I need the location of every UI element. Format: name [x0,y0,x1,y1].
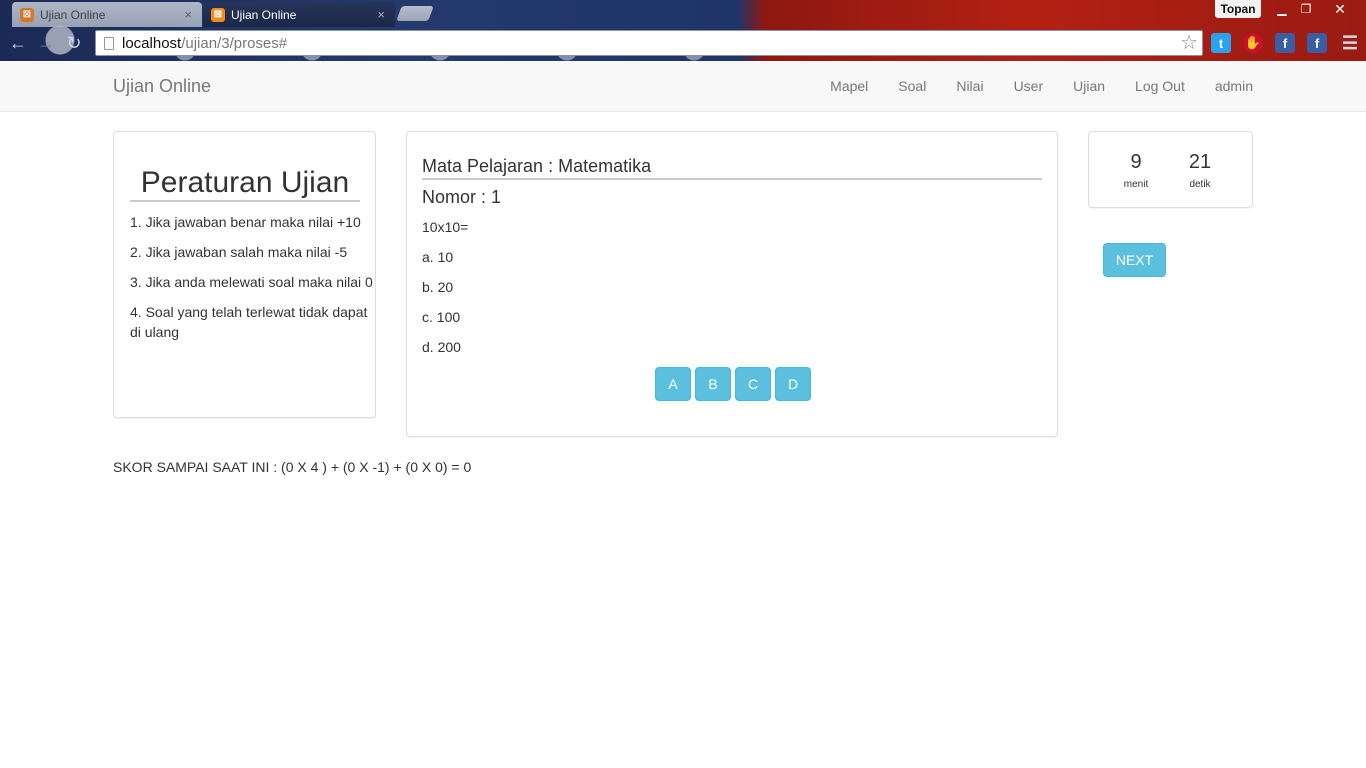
reload-icon[interactable]: ↻ [62,31,86,55]
forward-arrow-icon[interactable]: → [34,31,58,55]
timer-panel: 9 menit 21 detik [1088,131,1253,208]
brand-link[interactable]: Ujian Online [113,76,211,97]
answer-buttons: A B C D [655,367,815,401]
rule-item: 4. Soal yang telah terlewat tidak dapat … [130,304,368,340]
question-text: 10x10= [422,219,469,235]
minimize-icon[interactable]: ▁ [1270,0,1294,18]
option-c: c. 100 [422,309,461,325]
browser-chrome: ⊠ Ujian Online × ⊠ Ujian Online × Topan … [0,0,1366,61]
nav-link-ujian[interactable]: Ujian [1073,78,1105,94]
nav-link-logout[interactable]: Log Out [1135,78,1185,94]
seconds-label: detik [1189,179,1211,190]
back-arrow-icon[interactable]: ← [6,31,30,55]
nav-link-soal[interactable]: Soal [898,78,926,94]
rules-panel: Peraturan Ujian 1. Jika jawaban benar ma… [113,131,376,418]
browser-tab-1[interactable]: ⊠ Ujian Online × [12,2,202,27]
nav-link-nilai[interactable]: Nilai [956,78,983,94]
address-bar[interactable]: localhost /ujian/3/proses# ☆ [95,30,1203,56]
xampp-favicon-icon: ⊠ [20,7,34,22]
facebook-extension-icon[interactable]: f [1275,33,1295,53]
facebook-extension-icon[interactable]: f [1307,33,1327,53]
close-icon[interactable]: × [377,7,385,22]
adblock-extension-icon[interactable]: ✋ [1243,33,1263,53]
option-d: d. 200 [422,339,461,355]
subject-heading: Mata Pelajaran : Matematika [422,156,1042,180]
tab-title: Ujian Online [40,7,106,22]
url-path: /ujian/3/proses# [181,34,288,52]
new-tab-button[interactable] [396,6,434,21]
top-navbar: Ujian Online Mapel Soal Nilai User Ujian… [0,61,1366,112]
minutes-label: menit [1123,179,1149,190]
score-text: SKOR SAMPAI SAAT INI : (0 X 4 ) + (0 X -… [113,459,472,475]
close-icon[interactable]: × [184,7,192,22]
restore-icon[interactable]: ❐ [1294,0,1318,18]
answer-d-button[interactable]: D [775,367,811,401]
timer-minutes: 9 menit [1116,150,1156,190]
menu-icon[interactable]: ☰ [1340,33,1360,53]
nav-link-user[interactable]: User [1014,78,1044,94]
page-icon [104,36,114,50]
rule-item: 1. Jika jawaban benar maka nilai +10 [130,214,361,230]
tab-title: Ujian Online [231,7,297,22]
next-button[interactable]: NEXT [1103,243,1166,277]
timer-seconds: 21 detik [1180,150,1220,190]
rule-item: 3. Jika anda melewati soal maka nilai 0 [130,274,373,290]
profile-button[interactable]: Topan [1215,0,1261,18]
browser-tab-2[interactable]: ⊠ Ujian Online × [203,2,395,27]
answer-b-button[interactable]: B [695,367,731,401]
nav-link-mapel[interactable]: Mapel [830,78,868,94]
minutes-value: 9 [1130,151,1142,173]
rules-title: Peraturan Ujian [130,166,360,202]
bookmark-star-icon[interactable]: ☆ [1180,32,1198,54]
seconds-value: 21 [1188,151,1212,173]
xampp-favicon-icon: ⊠ [211,7,225,22]
nav-links: Mapel Soal Nilai User Ujian Log Out admi… [800,61,1253,111]
rule-item: 2. Jika jawaban salah maka nilai -5 [130,244,348,260]
option-b: b. 20 [422,279,454,295]
question-panel: Mata Pelajaran : Matematika Nomor : 1 10… [406,131,1058,437]
rules-list: 1. Jika jawaban benar maka nilai +10 2. … [130,212,375,352]
answer-a-button[interactable]: A [655,367,691,401]
url-host: localhost [122,34,182,52]
question-number: Nomor : 1 [422,187,502,207]
twitter-extension-icon[interactable]: t [1211,33,1231,53]
window-close-icon[interactable]: ✕ [1318,0,1362,18]
option-a: a. 10 [422,249,454,265]
answer-c-button[interactable]: C [735,367,771,401]
nav-link-admin[interactable]: admin [1215,78,1253,94]
